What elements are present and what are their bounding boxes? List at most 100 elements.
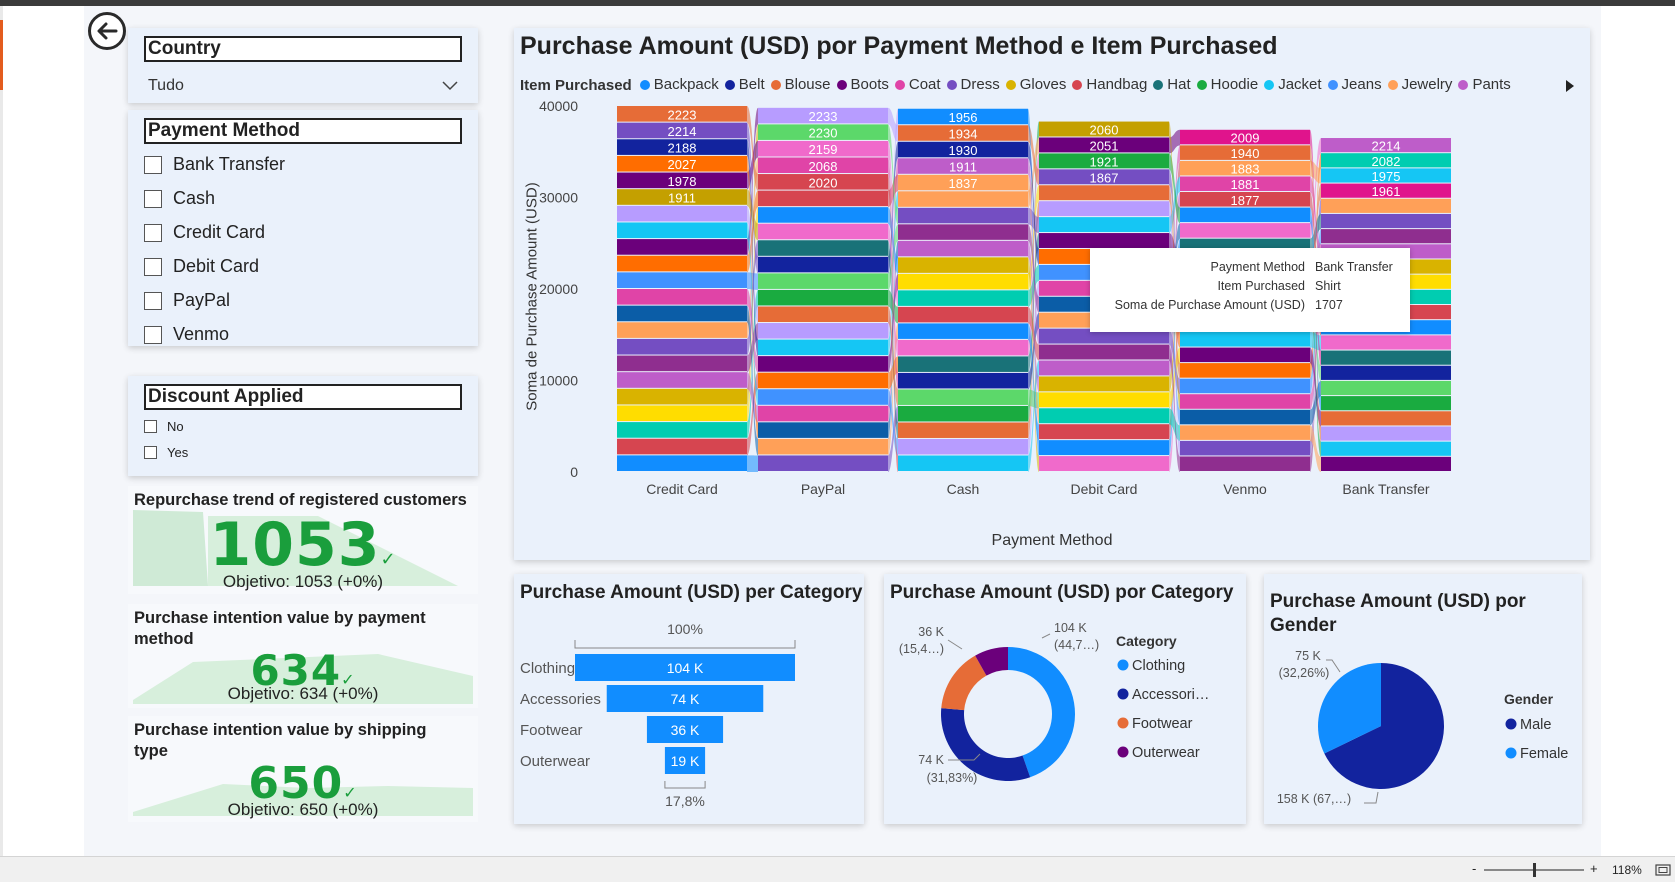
ribbon-segment[interactable] xyxy=(898,422,1028,438)
ribbon-segment[interactable] xyxy=(617,205,747,222)
ribbon-segment[interactable] xyxy=(617,438,747,455)
ribbon-segment[interactable] xyxy=(617,289,747,305)
ribbon-segment[interactable] xyxy=(898,290,1028,306)
ribbon-segment[interactable] xyxy=(617,222,747,239)
ribbon-segment[interactable] xyxy=(1180,440,1310,456)
ribbon-segment[interactable] xyxy=(758,372,888,389)
ribbon-segment[interactable] xyxy=(758,207,888,223)
ribbon-segment[interactable] xyxy=(1180,223,1310,238)
ribbon-segment[interactable] xyxy=(1180,456,1310,471)
ribbon-segment[interactable] xyxy=(1321,456,1451,471)
pie-legend-label[interactable]: Male xyxy=(1520,717,1551,733)
ribbon-segment[interactable] xyxy=(758,240,888,256)
checkbox-icon[interactable] xyxy=(144,223,162,242)
ribbon-segment[interactable] xyxy=(1321,426,1451,441)
zoom-slider-thumb[interactable] xyxy=(1533,863,1536,877)
fit-to-page-icon[interactable] xyxy=(1655,864,1671,876)
checkbox-debit-card[interactable]: Debit Card xyxy=(144,256,259,277)
ribbon-segment[interactable] xyxy=(1180,207,1310,223)
checkbox-venmo[interactable]: Venmo xyxy=(144,324,229,345)
ribbon-segment[interactable] xyxy=(898,273,1028,290)
checkbox-paypal[interactable]: PayPal xyxy=(144,290,230,311)
ribbon-band[interactable] xyxy=(747,455,758,472)
ribbon-segment[interactable] xyxy=(617,455,747,471)
ribbon-segment[interactable] xyxy=(617,322,747,338)
ribbon-segment[interactable] xyxy=(758,306,888,323)
ribbon-segment[interactable] xyxy=(617,372,747,388)
donut-legend-label[interactable]: Accessori… xyxy=(1132,687,1209,703)
ribbon-segment[interactable] xyxy=(898,339,1028,356)
ribbon-segment[interactable] xyxy=(1321,229,1451,244)
donut-slice[interactable] xyxy=(941,655,987,711)
ribbon-segment[interactable] xyxy=(1039,217,1169,233)
ribbon-segment[interactable] xyxy=(1180,394,1310,409)
ribbon-segment[interactable] xyxy=(1039,456,1169,471)
ribbon-segment[interactable] xyxy=(758,356,888,372)
ribbon-segment[interactable] xyxy=(1039,185,1169,201)
ribbon-segment[interactable] xyxy=(898,356,1028,372)
ribbon-segment[interactable] xyxy=(898,224,1028,240)
ribbon-segment[interactable] xyxy=(1039,392,1169,408)
checkbox-no[interactable]: No xyxy=(144,419,184,434)
ribbon-segment[interactable] xyxy=(1321,335,1451,350)
ribbon-segment[interactable] xyxy=(758,422,888,438)
donut-legend-label[interactable]: Footwear xyxy=(1132,716,1193,732)
checkbox-icon[interactable] xyxy=(144,257,162,276)
ribbon-segment[interactable] xyxy=(898,405,1028,422)
ribbon-segment[interactable] xyxy=(758,256,888,273)
ribbon-segment[interactable] xyxy=(1039,344,1169,360)
ribbon-segment[interactable] xyxy=(617,239,747,255)
ribbon-segment[interactable] xyxy=(758,455,888,471)
ribbon-segment[interactable] xyxy=(1180,425,1310,440)
ribbon-segment[interactable] xyxy=(1321,350,1451,365)
ribbon-segment[interactable] xyxy=(1039,201,1169,217)
checkbox-icon[interactable] xyxy=(144,325,162,344)
ribbon-band[interactable] xyxy=(747,272,758,290)
ribbon-segment[interactable] xyxy=(758,405,888,422)
ribbon-segment[interactable] xyxy=(758,289,888,306)
ribbon-segment[interactable] xyxy=(1039,440,1169,456)
ribbon-segment[interactable] xyxy=(1180,347,1310,363)
ribbon-segment[interactable] xyxy=(1180,363,1310,378)
checkbox-icon[interactable] xyxy=(144,155,162,174)
ribbon-segment[interactable] xyxy=(898,207,1028,224)
ribbon-segment[interactable] xyxy=(898,372,1028,389)
ribbon-segment[interactable] xyxy=(1180,378,1310,394)
ribbon-segment[interactable] xyxy=(758,190,888,207)
donut-legend-label[interactable]: Outerwear xyxy=(1132,745,1200,761)
ribbon-segment[interactable] xyxy=(1039,424,1169,440)
checkbox-cash[interactable]: Cash xyxy=(144,188,215,209)
checkbox-icon[interactable] xyxy=(144,420,157,433)
pie-legend-label[interactable]: Female xyxy=(1520,746,1568,762)
ribbon-segment[interactable] xyxy=(1321,411,1451,426)
ribbon-segment[interactable] xyxy=(617,422,747,438)
donut-legend-label[interactable]: Clothing xyxy=(1132,658,1185,674)
ribbon-segment[interactable] xyxy=(898,191,1028,207)
ribbon-segment[interactable] xyxy=(617,305,747,322)
ribbon-segment[interactable] xyxy=(1321,396,1451,411)
ribbon-segment[interactable] xyxy=(898,323,1028,339)
ribbon-segment[interactable] xyxy=(1039,360,1169,376)
ribbon-segment[interactable] xyxy=(617,272,747,288)
ribbon-segment[interactable] xyxy=(1039,408,1169,424)
checkbox-icon[interactable] xyxy=(144,446,157,459)
ribbon-segment[interactable] xyxy=(758,339,888,356)
ribbon-segment[interactable] xyxy=(1321,198,1451,213)
ribbon-segment[interactable] xyxy=(898,257,1028,273)
ribbon-segment[interactable] xyxy=(617,338,747,355)
ribbon-segment[interactable] xyxy=(1180,409,1310,425)
ribbon-segment[interactable] xyxy=(1321,365,1451,380)
ribbon-segment[interactable] xyxy=(758,273,888,289)
ribbon-segment[interactable] xyxy=(898,438,1028,455)
zoom-in-button[interactable]: + xyxy=(1590,861,1598,876)
checkbox-icon[interactable] xyxy=(144,189,162,208)
country-dropdown[interactable]: Tudo xyxy=(144,72,462,100)
ribbon-segment[interactable] xyxy=(1039,376,1169,392)
ribbon-segment[interactable] xyxy=(1321,441,1451,456)
ribbon-segment[interactable] xyxy=(758,223,888,240)
ribbon-segment[interactable] xyxy=(1321,380,1451,396)
ribbon-segment[interactable] xyxy=(758,438,888,455)
ribbon-segment[interactable] xyxy=(617,255,747,272)
checkbox-bank-transfer[interactable]: Bank Transfer xyxy=(144,154,285,175)
ribbon-segment[interactable] xyxy=(617,355,747,372)
